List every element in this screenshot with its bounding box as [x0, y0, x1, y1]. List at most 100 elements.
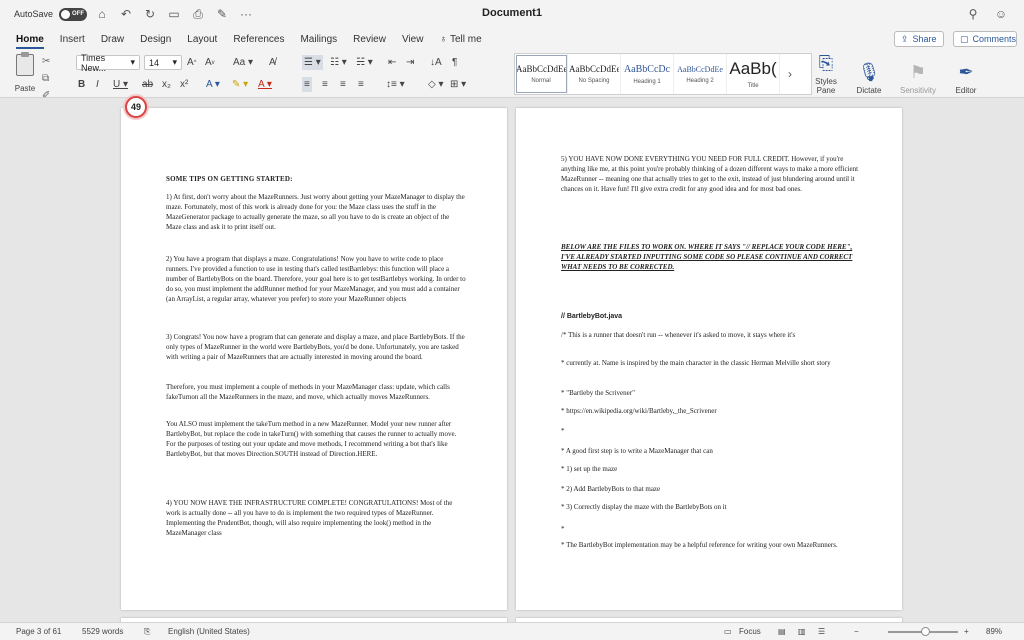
paste-button[interactable]: Paste — [10, 52, 40, 94]
tell-me[interactable]: ♁ Tell me — [431, 28, 489, 50]
borders-icon[interactable]: ⊞ ▾ — [450, 77, 466, 92]
zoom-in-icon[interactable]: + — [964, 627, 969, 636]
files-instruction: BELOW ARE THE FILES TO WORK ON. WHERE IT… — [561, 243, 853, 271]
increase-indent-icon[interactable]: ⇥ — [406, 55, 414, 70]
styles-pane-button[interactable]: ⎘ Styles Pane — [812, 53, 840, 95]
decrease-indent-icon[interactable]: ⇤ — [388, 55, 396, 70]
bullets-icon[interactable]: ☰ ▾ — [302, 55, 323, 70]
share-icon: ⇪ — [901, 33, 909, 44]
comment-icon: ▢ — [960, 33, 969, 44]
print-icon[interactable]: ⎙ — [189, 5, 207, 23]
font-size-select[interactable]: 14 ▾ — [144, 55, 182, 70]
zoom-out-icon[interactable]: − — [854, 627, 859, 636]
font-size-value: 14 — [149, 57, 160, 68]
tab-review[interactable]: Review — [345, 28, 394, 50]
editor-button[interactable]: ✒ Editor — [950, 53, 982, 95]
tab-insert[interactable]: Insert — [52, 28, 93, 50]
multilevel-list-icon[interactable]: ☵ ▾ — [356, 55, 373, 70]
style-heading-2[interactable]: AaBbCcDdEe Heading 2 — [674, 54, 727, 94]
align-center-icon[interactable]: ≡ — [322, 77, 328, 92]
style-title[interactable]: AaBb( Title — [727, 54, 780, 94]
font-color-icon[interactable]: A ▾ — [258, 77, 272, 92]
style-normal[interactable]: AaBbCcDdEe Normal — [515, 54, 568, 94]
shading-icon[interactable]: ◇ ▾ — [428, 77, 444, 92]
bold-icon[interactable]: B — [78, 77, 85, 92]
comments-button[interactable]: ▢ Comments — [953, 31, 1017, 47]
code-line-9: * 3) Correctly display the maze with the… — [561, 503, 727, 511]
proofing-icon[interactable]: ⎘ — [144, 627, 150, 637]
italic-icon[interactable]: I — [96, 77, 99, 92]
sort-icon[interactable]: ↓A — [430, 55, 442, 70]
tab-home[interactable]: Home — [8, 28, 52, 50]
brush-icon[interactable]: ✎ — [213, 5, 231, 23]
sensitivity-button[interactable]: ⚑ Sensitivity — [898, 53, 938, 95]
tab-references[interactable]: References — [225, 28, 292, 50]
document-canvas[interactable]: SOME TIPS ON GETTING STARTED: 1) At firs… — [0, 98, 1024, 622]
language[interactable]: English (United States) — [168, 627, 250, 636]
redo-icon[interactable]: ↻ — [141, 5, 159, 23]
style-name: Title — [747, 83, 759, 89]
gallery-next-icon[interactable]: › — [780, 54, 800, 94]
zoom-badge[interactable]: 49 — [125, 96, 147, 118]
comments-label: Comments — [972, 34, 1017, 44]
code-line-10: * — [561, 525, 565, 533]
tip-paragraph-3: 3) Congrats! You now have a program that… — [166, 333, 465, 361]
cut-icon[interactable]: ✂ — [42, 56, 50, 67]
print-layout-icon[interactable]: ▤ — [778, 627, 786, 636]
save-icon[interactable]: ▭ — [165, 5, 183, 23]
pilcrow-icon[interactable]: ¶ — [452, 55, 457, 70]
align-right-icon[interactable]: ≡ — [340, 77, 346, 92]
align-left-icon[interactable]: ≡ — [302, 77, 312, 92]
read-mode-icon[interactable]: ☰ — [818, 627, 825, 636]
home-icon[interactable]: ⌂ — [93, 5, 111, 23]
tab-view[interactable]: View — [394, 28, 432, 50]
page-right[interactable]: 5) YOU HAVE NOW DONE EVERYTHING YOU NEED… — [516, 108, 902, 610]
title-bar: AutoSave OFF ⌂ ↶ ↻ ▭ ⎙ ✎ ··· Document1 ⚲… — [0, 0, 1024, 28]
numbering-icon[interactable]: ☷ ▾ — [330, 55, 347, 70]
focus-label[interactable]: Focus — [739, 627, 761, 636]
line-spacing-icon[interactable]: ↕≡ ▾ — [386, 77, 405, 92]
underline-icon[interactable]: U ▾ — [113, 77, 128, 92]
word-count[interactable]: 5529 words — [82, 627, 123, 636]
justify-icon[interactable]: ≡ — [358, 77, 364, 92]
more-icon[interactable]: ··· — [237, 5, 255, 23]
code-line-5: * — [561, 427, 565, 435]
highlight-icon[interactable]: ✎ ▾ — [232, 77, 248, 92]
font-name-select[interactable]: Times New... ▾ — [76, 52, 140, 73]
tab-mailings[interactable]: Mailings — [292, 28, 345, 50]
change-case-icon[interactable]: Aa ▾ — [233, 55, 253, 70]
credit-paragraph: 5) YOU HAVE NOW DONE EVERYTHING YOU NEED… — [561, 155, 859, 193]
strikethrough-icon[interactable]: ab — [142, 77, 153, 92]
autosave-toggle[interactable]: OFF — [59, 7, 88, 21]
grow-font-icon[interactable]: A ^ — [187, 55, 197, 70]
page-count[interactable]: Page 3 of 61 — [16, 627, 61, 636]
style-sample: AaBbCcDdEe — [677, 64, 723, 74]
code-line-7: * 1) set up the maze — [561, 465, 618, 473]
subscript-icon[interactable]: x₂ — [162, 77, 171, 92]
tab-layout[interactable]: Layout — [179, 28, 225, 50]
style-name: Normal — [531, 78, 551, 84]
zoom-slider-handle[interactable] — [921, 627, 930, 636]
clear-format-icon[interactable]: A̸ — [269, 55, 276, 70]
search-icon[interactable]: ⚲ — [964, 5, 982, 23]
dictate-button[interactable]: 🎙 Dictate — [852, 53, 886, 95]
tab-design[interactable]: Design — [132, 28, 179, 50]
web-layout-icon[interactable]: ▥ — [798, 627, 806, 636]
share-button[interactable]: ⇪ Share — [894, 31, 944, 47]
focus-icon[interactable]: ▭ — [724, 627, 732, 636]
page-left[interactable]: SOME TIPS ON GETTING STARTED: 1) At firs… — [121, 108, 507, 610]
font-name-value: Times New... — [81, 52, 107, 73]
account-icon[interactable]: ☺ — [992, 5, 1010, 23]
style-heading-1[interactable]: AaBbCcDc Heading 1 — [621, 54, 674, 94]
copy-icon[interactable]: ⧉ — [42, 73, 50, 84]
zoom-percent[interactable]: 89% — [986, 627, 1002, 636]
shrink-font-icon[interactable]: Av — [205, 55, 215, 70]
tell-me-label: Tell me — [449, 33, 482, 45]
style-name: Heading 2 — [686, 77, 714, 84]
tab-draw[interactable]: Draw — [93, 28, 132, 50]
superscript-icon[interactable]: x² — [180, 77, 188, 92]
style-no-spacing[interactable]: AaBbCcDdEe No Spacing — [568, 54, 621, 94]
undo-icon[interactable]: ↶ — [117, 5, 135, 23]
code-line-11: * The BartlebyBot implementation may be … — [561, 541, 838, 549]
text-effects-icon[interactable]: A ▾ — [206, 77, 220, 92]
